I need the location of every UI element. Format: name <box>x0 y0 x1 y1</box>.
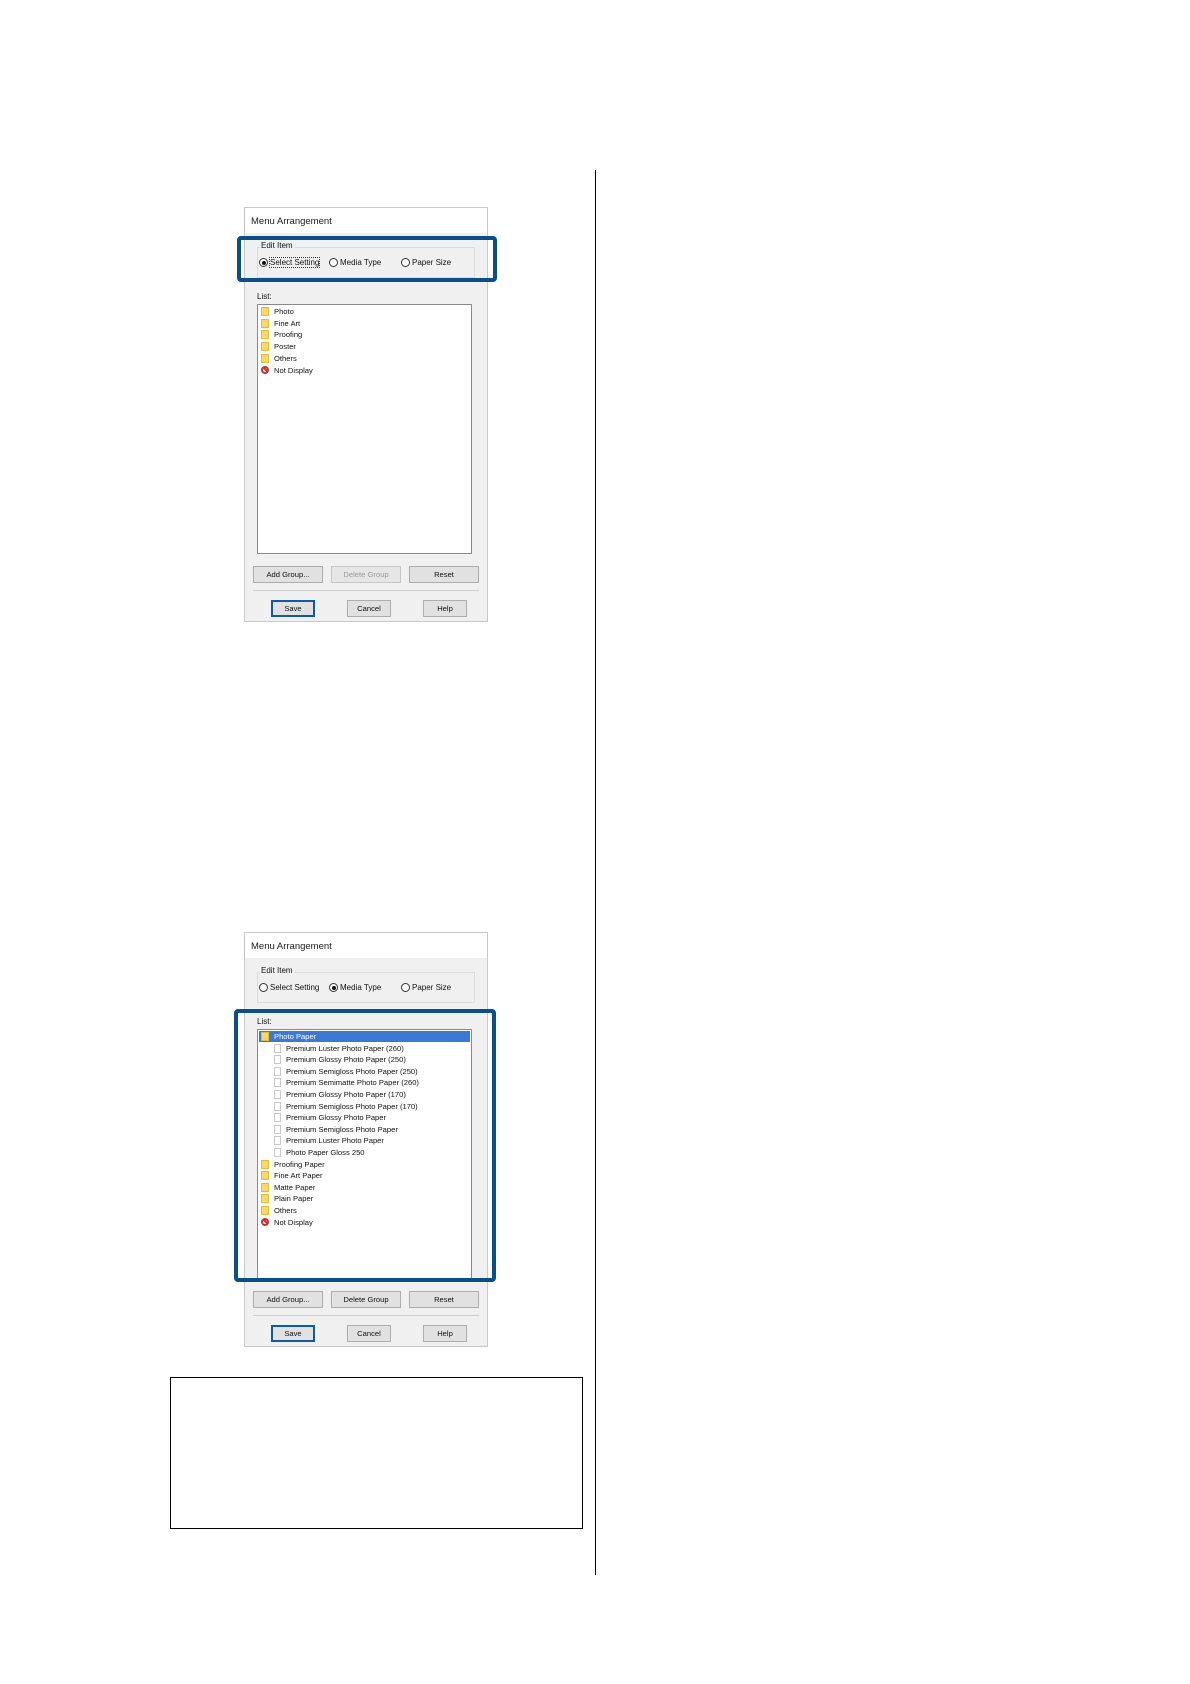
radio-select-setting[interactable]: Select Setting <box>259 983 319 992</box>
add-group-button[interactable]: Add Group... <box>253 1291 323 1308</box>
no-entry-icon <box>261 366 269 374</box>
list-item-label: Not Display <box>274 365 313 375</box>
list-label: List: <box>257 292 272 301</box>
folder-icon <box>261 330 269 340</box>
list-item[interactable]: Fine Art <box>261 318 300 329</box>
cancel-button[interactable]: Cancel <box>347 1325 391 1342</box>
save-button[interactable]: Save <box>271 600 315 617</box>
folder-icon <box>261 342 269 352</box>
radio-paper-size[interactable]: Paper Size <box>401 983 451 992</box>
menu-list[interactable]: Photo Fine Art Proofing Poster Others No… <box>257 304 472 554</box>
radio-label: Paper Size <box>412 983 452 992</box>
radio-label: Media Type <box>340 983 382 992</box>
reset-button[interactable]: Reset <box>409 566 479 583</box>
list-item[interactable]: Photo <box>261 306 294 317</box>
list-item-label: Photo <box>274 307 294 316</box>
list-item-label: Proofing <box>274 330 303 340</box>
help-button[interactable]: Help <box>423 1325 467 1342</box>
radio-selected-icon <box>329 983 338 992</box>
radio-unselected-icon <box>259 983 268 992</box>
delete-group-button[interactable]: Delete Group <box>331 1291 401 1308</box>
delete-group-button[interactable]: Delete Group <box>331 566 401 583</box>
reset-button[interactable]: Reset <box>409 1291 479 1308</box>
list-item-label: Others <box>274 353 297 363</box>
folder-icon <box>261 318 269 328</box>
note-box <box>170 1377 583 1529</box>
list-item[interactable]: Proofing <box>261 329 302 340</box>
separator <box>253 590 479 591</box>
edit-item-label: Edit Item <box>260 966 294 975</box>
highlight-list <box>234 1009 496 1282</box>
radio-label: Select Setting <box>270 983 320 992</box>
save-button[interactable]: Save <box>271 1325 315 1342</box>
dialog-title: Menu Arrangement <box>245 208 487 233</box>
folder-icon <box>261 307 269 316</box>
folder-icon <box>261 353 269 363</box>
dialog-title: Menu Arrangement <box>245 933 487 958</box>
radio-unselected-icon <box>401 983 410 992</box>
separator <box>253 1315 479 1316</box>
help-button[interactable]: Help <box>423 600 467 617</box>
list-item-label: Poster <box>274 342 296 352</box>
cancel-button[interactable]: Cancel <box>347 600 391 617</box>
add-group-button[interactable]: Add Group... <box>253 566 323 583</box>
list-item[interactable]: Poster <box>261 341 296 352</box>
list-item[interactable]: Others <box>261 353 297 364</box>
column-divider <box>595 170 596 1575</box>
list-item-label: Fine Art <box>274 318 301 328</box>
list-item[interactable]: Not Display <box>261 365 313 376</box>
radio-media-type[interactable]: Media Type <box>329 983 381 992</box>
highlight-edit-item <box>237 236 497 282</box>
